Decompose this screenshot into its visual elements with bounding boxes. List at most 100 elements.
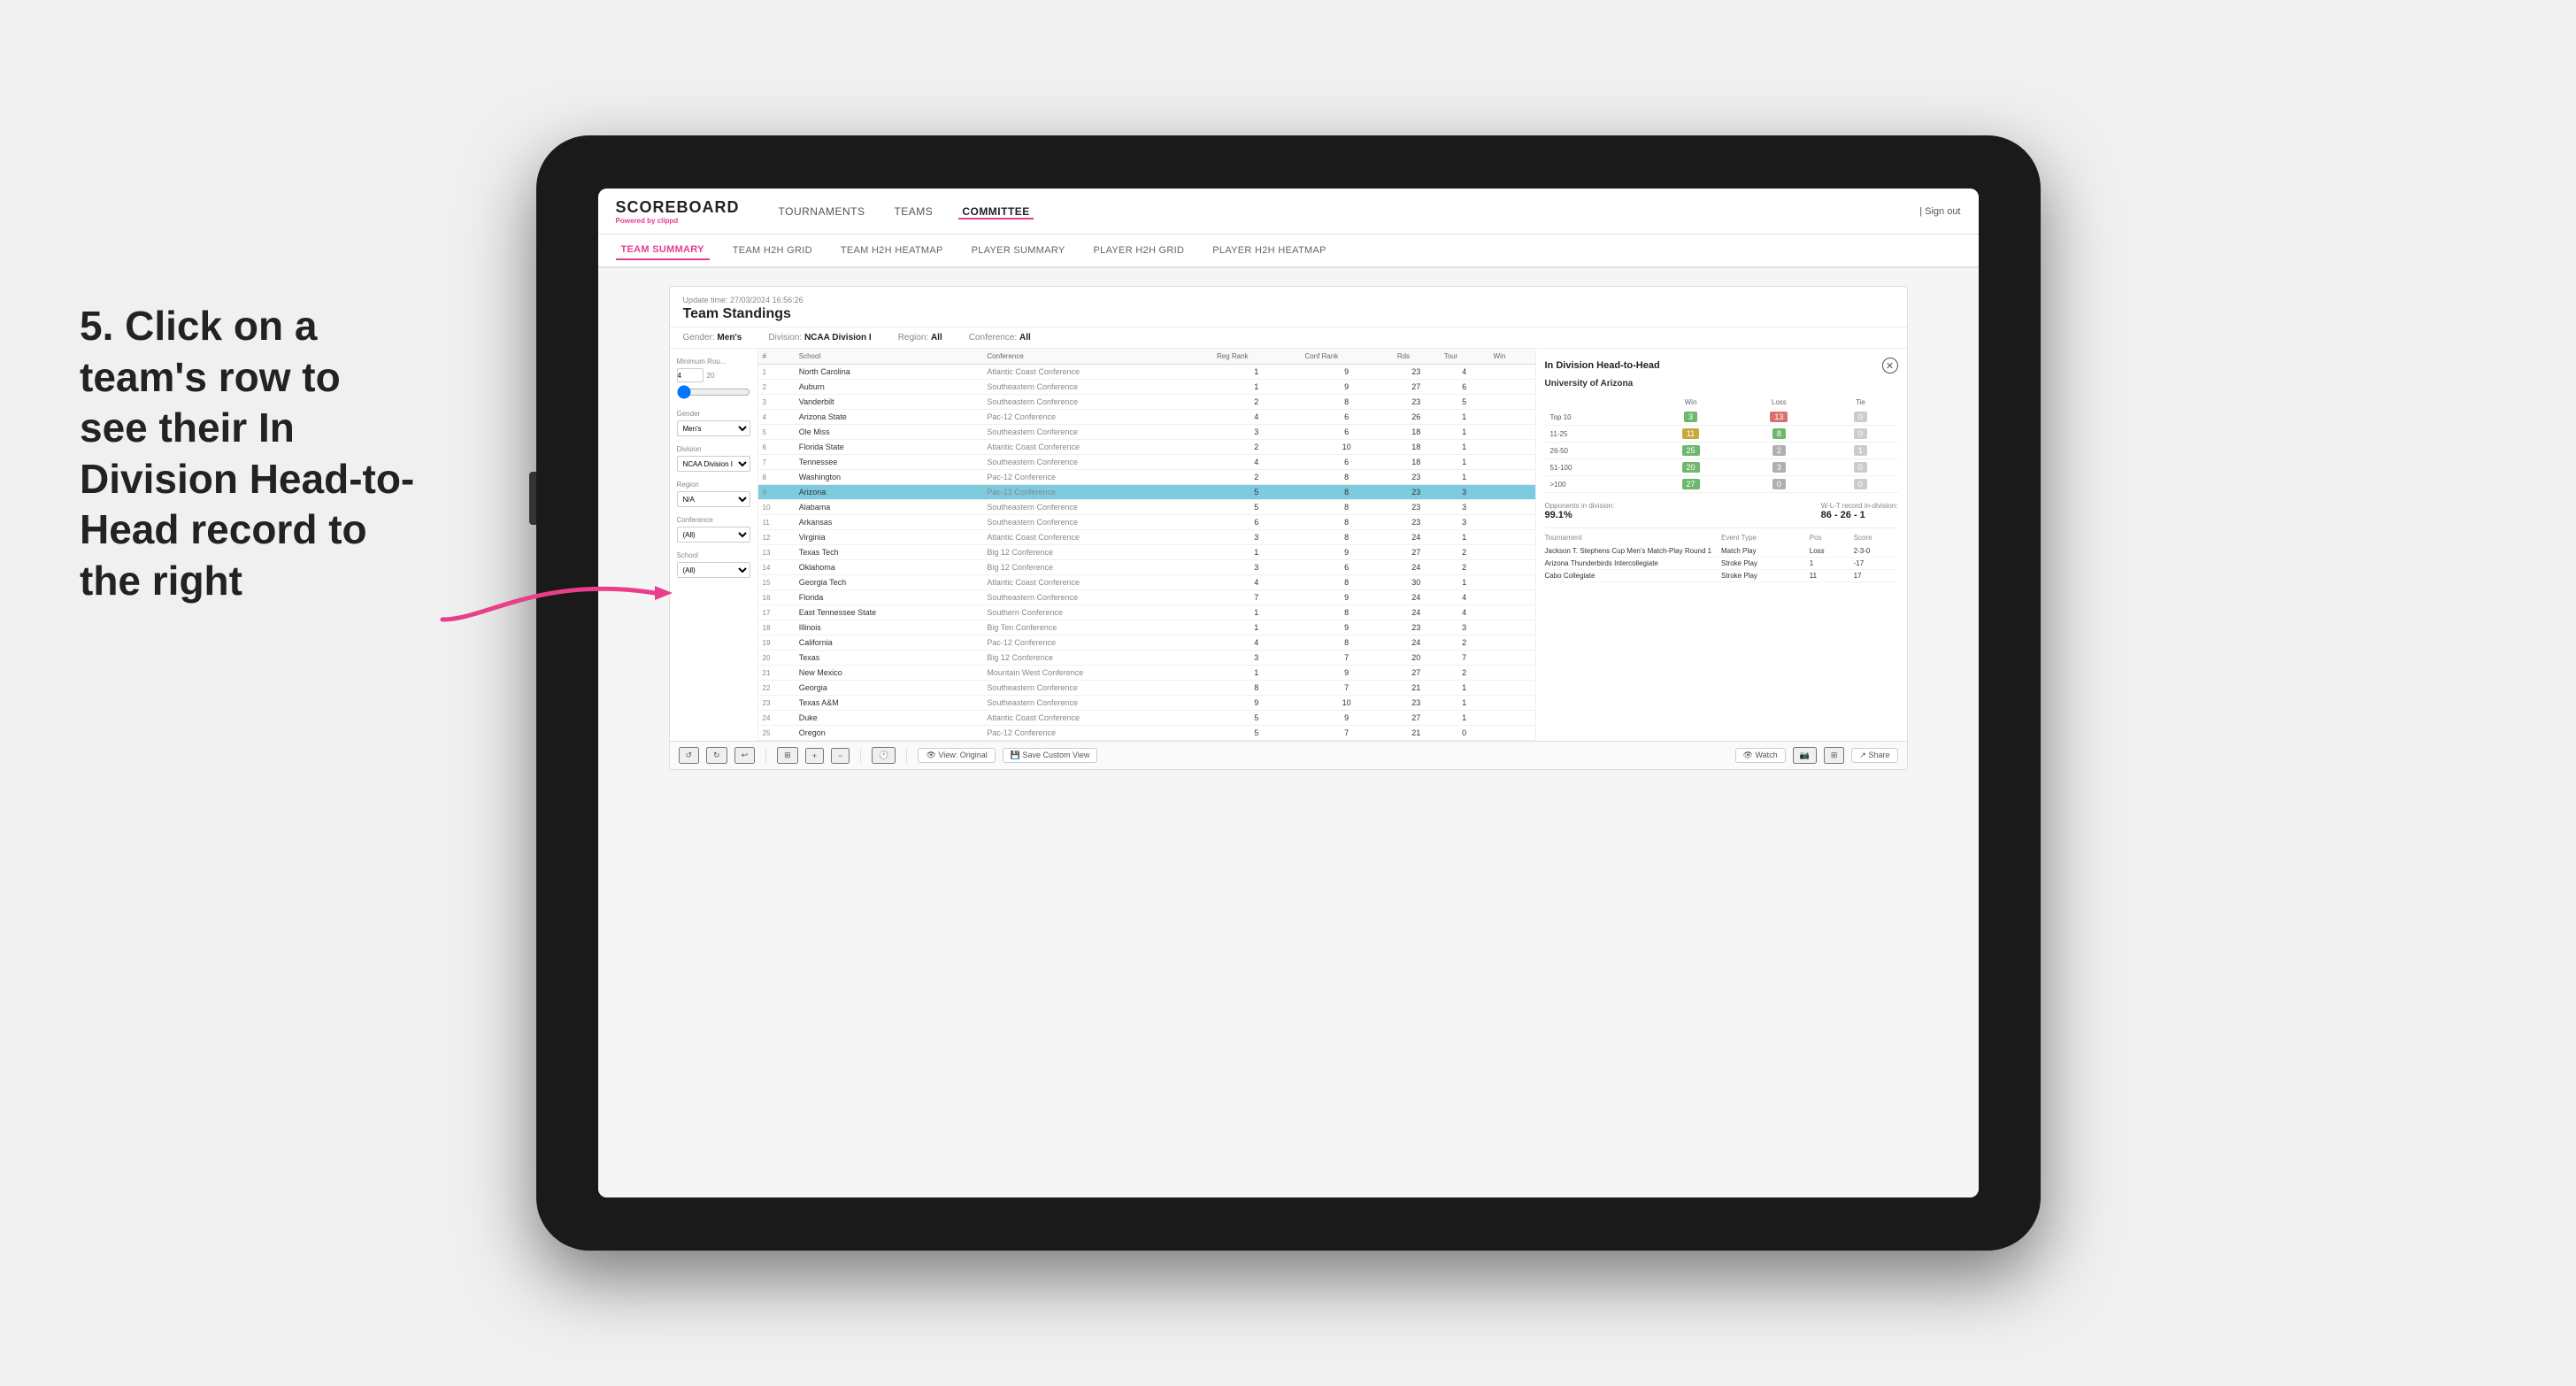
table-row[interactable]: 21 New Mexico Mountain West Conference 1… [758,666,1535,681]
tournament-name: Cabo Collegiate [1545,572,1722,580]
cell-conf-rank: 7 [1300,681,1392,696]
zoom-fit-button[interactable]: ⊞ [777,747,798,764]
table-row[interactable]: 12 Virginia Atlantic Coast Conference 3 … [758,530,1535,545]
h2h-cell-range: >100 [1545,476,1647,493]
table-row[interactable]: 3 Vanderbilt Southeastern Conference 2 8… [758,395,1535,410]
table-row[interactable]: 13 Texas Tech Big 12 Conference 1 9 27 2 [758,545,1535,560]
table-row[interactable]: 6 Florida State Atlantic Coast Conferenc… [758,440,1535,455]
cell-school: California [795,635,983,651]
undo-button[interactable]: ↺ [679,747,700,764]
cell-win [1489,470,1535,485]
filter-group-gender: Gender Men's [677,410,750,436]
table-row[interactable]: 11 Arkansas Southeastern Conference 6 8 … [758,515,1535,530]
cell-conference: Southeastern Conference [982,455,1212,470]
cell-rds: 23 [1393,500,1440,515]
clock-button[interactable]: 🕐 [872,747,896,764]
table-row[interactable]: 19 California Pac-12 Conference 4 8 24 2 [758,635,1535,651]
sub-nav-team-h2h-heatmap[interactable]: TEAM H2H HEATMAP [835,242,949,259]
cell-school: Arkansas [795,515,983,530]
table-row[interactable]: 7 Tennessee Southeastern Conference 4 6 … [758,455,1535,470]
min-rounds-input[interactable] [677,368,704,382]
sub-nav-team-summary[interactable]: TEAM SUMMARY [616,241,710,260]
cell-conference: Atlantic Coast Conference [982,365,1212,380]
arrow-indicator [434,549,681,642]
sub-nav: TEAM SUMMARY TEAM H2H GRID TEAM H2H HEAT… [598,235,1979,268]
save-custom-button[interactable]: 💾 Save Custom View [1003,748,1098,763]
nav-teams[interactable]: TEAMS [890,204,936,219]
zoom-out-button[interactable]: − [831,748,850,764]
table-row[interactable]: 2 Auburn Southeastern Conference 1 9 27 … [758,380,1535,395]
table-row[interactable]: 18 Illinois Big Ten Conference 1 9 23 3 [758,620,1535,635]
cell-conf-rank: 6 [1300,410,1392,425]
table-row[interactable]: 14 Oklahoma Big 12 Conference 3 6 24 2 [758,560,1535,575]
gender-select[interactable]: Men's [677,420,750,436]
sub-nav-team-h2h-grid[interactable]: TEAM H2H GRID [727,242,818,259]
filter-group-division: Division NCAA Division I [677,445,750,472]
min-rounds-slider[interactable] [677,385,750,399]
cell-rank: 22 [758,681,795,696]
grid-button[interactable]: ⊞ [1824,747,1845,764]
cell-reg-rank: 1 [1212,545,1301,560]
screenshot-button[interactable]: 📷 [1793,747,1817,764]
h2h-cell-tie: 0 [1823,459,1897,476]
cell-school: Alabama [795,500,983,515]
table-row[interactable]: 1 North Carolina Atlantic Coast Conferen… [758,365,1535,380]
table-row[interactable]: 9 Arizona Pac-12 Conference 5 8 23 3 [758,485,1535,500]
sub-nav-player-h2h-grid[interactable]: PLAYER H2H GRID [1088,242,1190,259]
table-row[interactable]: 16 Florida Southeastern Conference 7 9 2… [758,590,1535,605]
table-row[interactable]: 24 Duke Atlantic Coast Conference 5 9 27… [758,711,1535,726]
sign-out-button[interactable]: | Sign out [1919,206,1960,217]
school-select[interactable]: (All) [677,562,750,578]
table-row[interactable]: 22 Georgia Southeastern Conference 8 7 2… [758,681,1535,696]
cell-school: Ole Miss [795,425,983,440]
cell-rank: 23 [758,696,795,711]
cell-rds: 21 [1393,681,1440,696]
opp-section: Opponents in division: 99.1% W-L-T recor… [1545,502,1898,520]
share-button[interactable]: ↗ Share [1851,748,1897,763]
table-row[interactable]: 5 Ole Miss Southeastern Conference 3 6 1… [758,425,1535,440]
redo-button[interactable]: ↻ [706,747,727,764]
cell-school: Texas A&M [795,696,983,711]
side-button [529,472,536,525]
sub-nav-player-summary[interactable]: PLAYER SUMMARY [966,242,1071,259]
watch-button[interactable]: 👁 Watch [1735,748,1786,763]
table-row[interactable]: 10 Alabama Southeastern Conference 5 8 2… [758,500,1535,515]
table-row[interactable]: 20 Texas Big 12 Conference 3 7 20 7 [758,651,1535,666]
cell-tour: 1 [1440,681,1489,696]
filter-conference: Conference: All [969,333,1031,343]
nav-committee[interactable]: COMMITTEE [958,204,1034,219]
table-row[interactable]: 25 Oregon Pac-12 Conference 5 7 21 0 [758,726,1535,741]
cell-reg-rank: 5 [1212,485,1301,500]
cell-tour: 5 [1440,395,1489,410]
cell-reg-rank: 2 [1212,440,1301,455]
tournament-score: 17 [1854,572,1898,580]
nav-tournaments[interactable]: TOURNAMENTS [775,204,869,219]
panel-title: Team Standings [683,306,804,322]
cell-rank: 14 [758,560,795,575]
table-row[interactable]: 4 Arizona State Pac-12 Conference 4 6 26… [758,410,1535,425]
table-row[interactable]: 8 Washington Pac-12 Conference 2 8 23 1 [758,470,1535,485]
cell-rds: 23 [1393,620,1440,635]
conference-select[interactable]: (All) [677,527,750,543]
cell-school: Arizona [795,485,983,500]
table-row[interactable]: 17 East Tennessee State Southern Confere… [758,605,1535,620]
view-original-button[interactable]: 👁 View: Original [918,748,995,763]
dashboard-panel: Update time: 27/03/2024 16:56:26 Team St… [669,286,1908,770]
region-select[interactable]: N/A [677,491,750,507]
zoom-in-button[interactable]: + [805,748,824,764]
table-row[interactable]: 15 Georgia Tech Atlantic Coast Conferenc… [758,575,1535,590]
sub-nav-player-h2h-heatmap[interactable]: PLAYER H2H HEATMAP [1207,242,1331,259]
h2h-close-button[interactable]: ✕ [1882,358,1898,373]
h2h-cell-loss: 2 [1734,443,1823,459]
division-select[interactable]: NCAA Division I [677,456,750,472]
step-back-button[interactable]: ↩ [734,747,756,764]
cell-rds: 27 [1393,711,1440,726]
cell-school: Illinois [795,620,983,635]
table-row[interactable]: 23 Texas A&M Southeastern Conference 9 1… [758,696,1535,711]
nav-items: TOURNAMENTS TEAMS COMMITTEE [775,204,1894,219]
filter-division: Division: NCAA Division I [768,333,871,343]
cell-school: Georgia [795,681,983,696]
cell-win [1489,500,1535,515]
cell-rds: 18 [1393,425,1440,440]
cell-school: Vanderbilt [795,395,983,410]
